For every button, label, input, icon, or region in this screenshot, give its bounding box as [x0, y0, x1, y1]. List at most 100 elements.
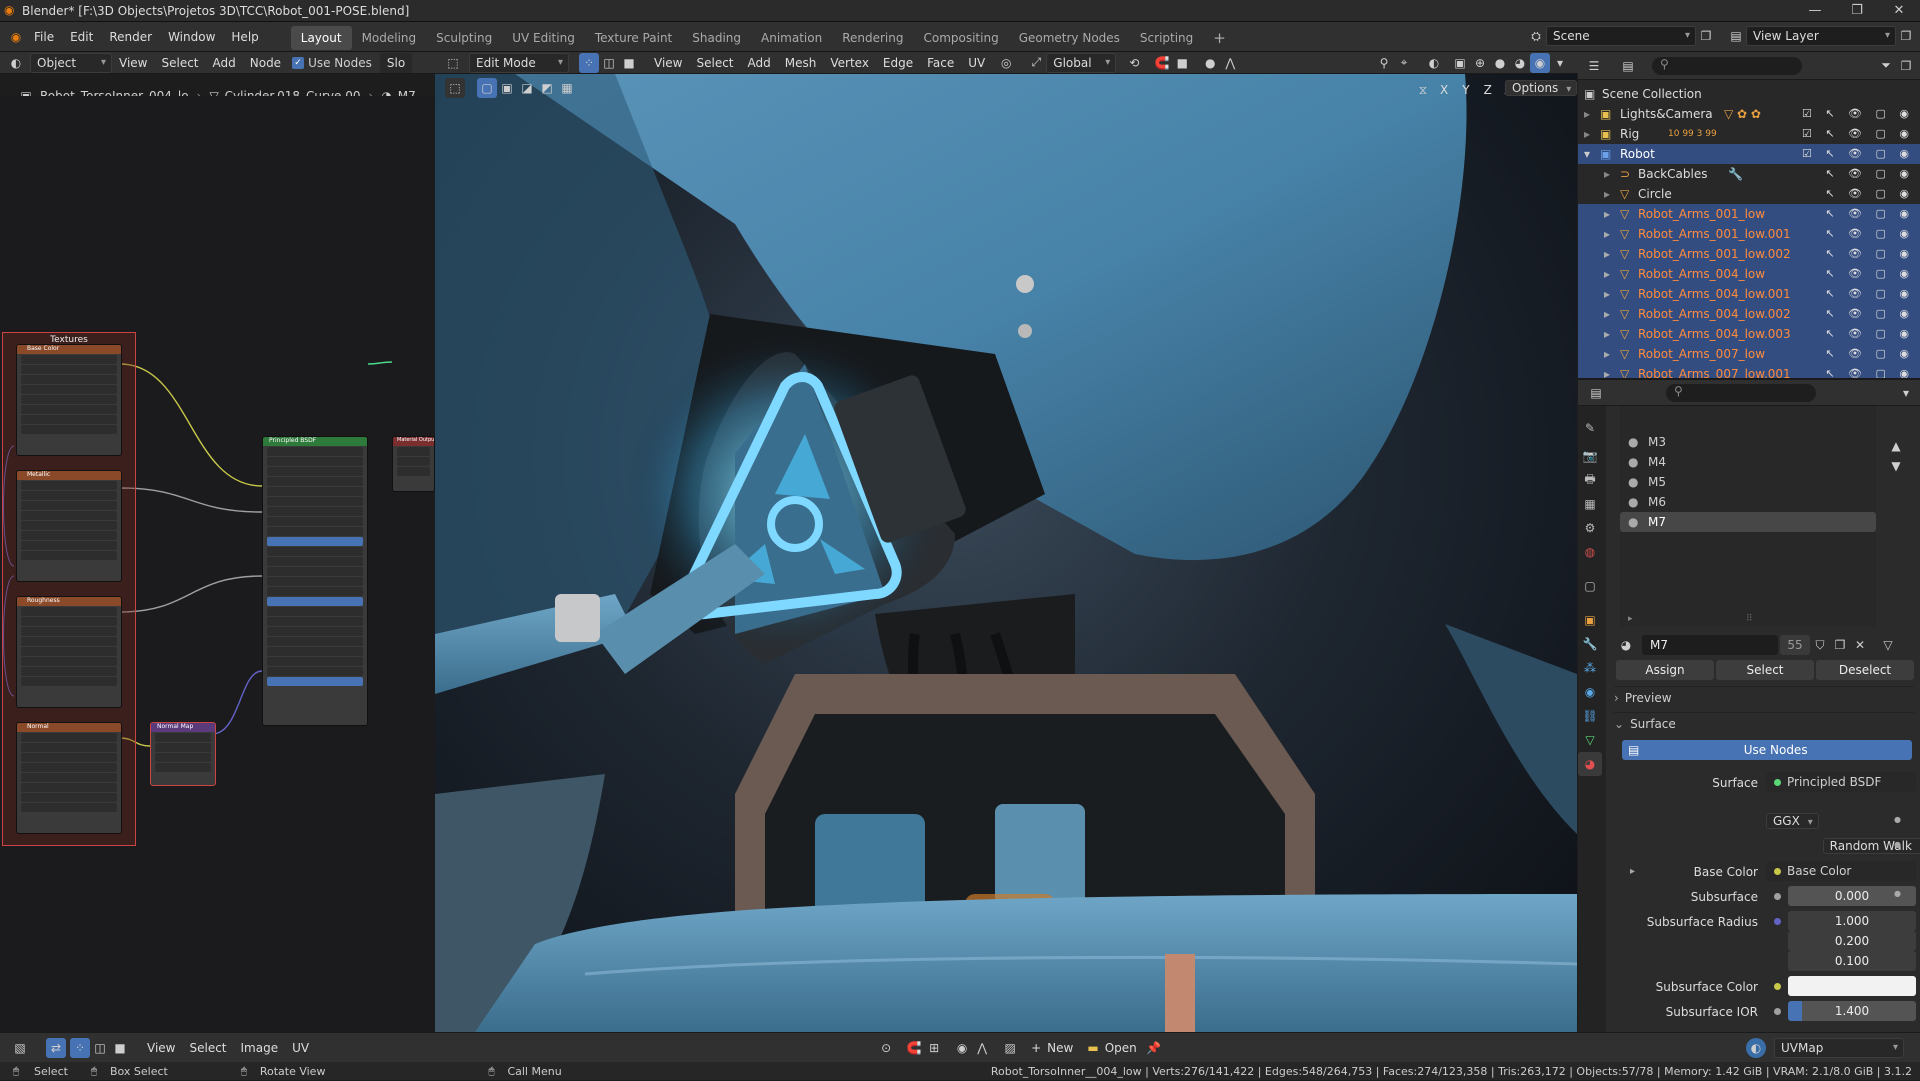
extend-selection-icon[interactable]: ▣	[497, 78, 517, 98]
expand-list-icon[interactable]: ▸	[1628, 614, 1633, 624]
vp-menu-add[interactable]: Add	[741, 53, 778, 73]
image-editor-icon[interactable]: ▧	[10, 1038, 30, 1058]
material-output-node[interactable]: Material Output	[392, 436, 435, 492]
pin-icon[interactable]: 📌	[1144, 1038, 1164, 1058]
visibility-icons[interactable]: ☑ ↖ 👁 ▢ ◉	[1802, 144, 1914, 164]
expand-arrow-icon[interactable]: ▸	[1604, 204, 1610, 224]
outliner-row[interactable]: ▸ ▽ Robot_Arms_004_low.001 ↖ 👁 ▢ ◉	[1578, 284, 1920, 304]
node-menu-select[interactable]: Select	[154, 53, 205, 73]
image-texture-node[interactable]: Normal	[16, 722, 122, 834]
use-nodes-checkbox[interactable]: ✓ Use Nodes	[292, 56, 372, 70]
node-menu-add[interactable]: Add	[206, 53, 243, 73]
expand-arrow-icon[interactable]: ▸	[1584, 104, 1590, 124]
scene-name[interactable]: Scene	[1546, 26, 1696, 46]
xray-icon[interactable]: ▣	[1450, 53, 1470, 73]
collapse-arrow-icon[interactable]: ▾	[1584, 144, 1590, 164]
visibility-icons[interactable]: ↖ 👁 ▢ ◉	[1825, 364, 1914, 378]
render-tab-icon[interactable]: 📷	[1578, 444, 1602, 468]
visibility-icons[interactable]: ↖ 👁 ▢ ◉	[1825, 164, 1914, 184]
visibility-icons[interactable]: ↖ 👁 ▢ ◉	[1825, 324, 1914, 344]
uv-menu-uv[interactable]: UV	[285, 1038, 316, 1058]
surface-shader-field[interactable]: Principled BSDF	[1766, 772, 1916, 792]
image-texture-node[interactable]: Roughness	[16, 596, 122, 708]
pivot-point-icon[interactable]: ⟲	[1124, 53, 1144, 73]
vp-menu-select[interactable]: Select	[689, 53, 740, 73]
world-tab-icon[interactable]: ◍	[1578, 540, 1602, 564]
user-count[interactable]: 55	[1780, 635, 1810, 655]
visibility-icons[interactable]: ↖ 👁 ▢ ◉	[1825, 284, 1914, 304]
subsurface-ior-field[interactable]: 1.400	[1788, 1001, 1916, 1021]
expand-arrow-icon[interactable]: ▸	[1604, 284, 1610, 304]
tab-animation[interactable]: Animation	[751, 26, 832, 50]
outliner-row[interactable]: ▸ ▽ Robot_Arms_004_low ↖ 👁 ▢ ◉	[1578, 264, 1920, 284]
invert-selection-icon[interactable]: ◩	[537, 78, 557, 98]
snap-target-icon[interactable]: ■	[1172, 53, 1192, 73]
uv-vertex-select-icon[interactable]: ⁘	[70, 1037, 90, 1058]
visibility-icons[interactable]: ↖ 👁 ▢ ◉	[1825, 344, 1914, 364]
object-tab-icon[interactable]: ▣	[1578, 608, 1602, 632]
add-workspace-icon[interactable]: +	[1203, 26, 1236, 50]
uv-snap-target-icon[interactable]: ⊞	[924, 1038, 944, 1058]
open-image-button[interactable]: ▬ Open	[1080, 1038, 1143, 1058]
list-item[interactable]: ● M5	[1620, 472, 1876, 492]
image-texture-node[interactable]: Metallic	[16, 470, 122, 582]
list-item[interactable]: ● M4	[1620, 452, 1876, 472]
uvmap-dropdown[interactable]: UVMap	[1774, 1037, 1904, 1058]
material-tab-icon[interactable]: ◕	[1578, 752, 1602, 776]
tab-rendering[interactable]: Rendering	[832, 26, 913, 50]
fake-user-icon[interactable]: ⛉	[1810, 635, 1830, 655]
distribution-dropdown[interactable]: GGX	[1766, 813, 1819, 829]
node-editor-canvas[interactable]: Textures Base Color Metallic Roughness N…	[0, 96, 435, 1032]
uv-edge-select-icon[interactable]: ◫	[90, 1038, 110, 1058]
close-button[interactable]: ✕	[1878, 0, 1920, 22]
select-tool-icon[interactable]: ⬚	[445, 78, 465, 98]
list-item[interactable]: ● M3	[1620, 432, 1876, 452]
editor-type-icon[interactable]: ◐	[6, 53, 26, 73]
menu-render[interactable]: Render	[101, 22, 160, 52]
node-menu-node[interactable]: Node	[243, 53, 288, 73]
list-item[interactable]: ● M6	[1620, 492, 1876, 512]
vertex-select-icon[interactable]: ⁘	[579, 52, 599, 73]
minimize-button[interactable]: —	[1794, 0, 1836, 22]
intersect-selection-icon[interactable]: ▦	[557, 78, 577, 98]
gizmo-toggle-icon[interactable]: ⌖	[1394, 53, 1414, 73]
resize-handle-icon[interactable]: ⠿	[1746, 614, 1753, 624]
subsurface-method-dropdown[interactable]: Random Walk	[1822, 838, 1920, 854]
outliner-row[interactable]: ▸ ▽ Robot_Arms_001_low ↖ 👁 ▢ ◉	[1578, 204, 1920, 224]
view-layer-tab-icon[interactable]: ▦	[1578, 492, 1602, 516]
proportional-falloff-icon[interactable]: ⋀	[1220, 53, 1240, 73]
tab-shading[interactable]: Shading	[682, 26, 751, 50]
options-dropdown[interactable]: Options	[1505, 80, 1577, 96]
material-name-field[interactable]: M7	[1642, 635, 1778, 655]
visibility-icons[interactable]: ↖ 👁 ▢ ◉	[1825, 304, 1914, 324]
physics-tab-icon[interactable]: ◉	[1578, 680, 1602, 704]
maximize-button[interactable]: ❐	[1836, 0, 1878, 22]
visibility-icons[interactable]: ↖ 👁 ▢ ◉	[1825, 244, 1914, 264]
base-color-field[interactable]: Base Color	[1766, 861, 1916, 881]
outliner-row[interactable]: ▸ ⊃ BackCables 🔧 ↖ 👁 ▢ ◉	[1578, 164, 1920, 184]
tab-modeling[interactable]: Modeling	[352, 26, 427, 50]
vp-menu-vertex[interactable]: Vertex	[823, 53, 876, 73]
expand-arrow-icon[interactable]: ▸	[1604, 304, 1610, 324]
outliner-row[interactable]: ▾ ▣ Robot ☑ ↖ 👁 ▢ ◉	[1578, 144, 1920, 164]
properties-search-input[interactable]: ⚲	[1666, 383, 1816, 402]
use-nodes-button[interactable]: ▤ Use Nodes	[1622, 740, 1912, 760]
object-type-dropdown[interactable]: Object	[30, 52, 112, 73]
outliner-row[interactable]: ▸ ▽ Robot_Arms_004_low.002 ↖ 👁 ▢ ◉	[1578, 304, 1920, 324]
new-image-button[interactable]: + New	[1024, 1038, 1080, 1058]
principled-bsdf-node[interactable]: Principled BSDF	[262, 436, 368, 726]
subtract-selection-icon[interactable]: ◪	[517, 78, 537, 98]
expand-arrow-icon[interactable]: ▸	[1584, 124, 1590, 144]
slot-dropdown[interactable]: Slo	[379, 52, 413, 73]
data-tab-icon[interactable]: ▽	[1578, 728, 1602, 752]
particles-tab-icon[interactable]: ⁂	[1578, 656, 1602, 680]
constraints-tab-icon[interactable]: ⛓	[1578, 704, 1602, 728]
face-select-icon[interactable]: ■	[619, 53, 639, 73]
subsurface-color-swatch[interactable]	[1788, 976, 1916, 996]
properties-editor-icon[interactable]: ▤	[1586, 383, 1606, 403]
visibility-icons[interactable]: ☑ ↖ 👁 ▢ ◉	[1802, 124, 1914, 144]
uv-falloff-icon[interactable]: ⋀	[972, 1038, 992, 1058]
tab-uv-editing[interactable]: UV Editing	[502, 26, 585, 50]
axis-z-toggle[interactable]: Z	[1477, 80, 1499, 100]
modifier-tab-icon[interactable]: 🔧	[1578, 632, 1602, 656]
